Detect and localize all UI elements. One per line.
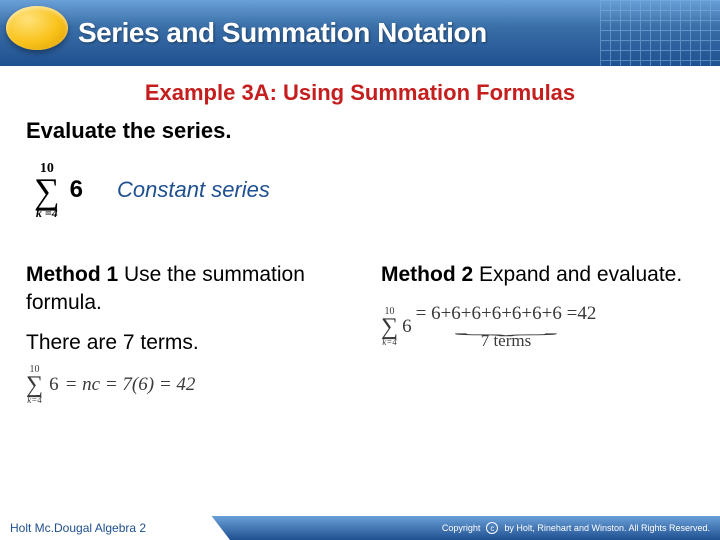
m1-sigma-term: 6 (49, 374, 59, 396)
sigma-icon: ∑ (381, 317, 398, 337)
method-2-column: Method 2 Expand and evaluate. 10 ∑ k=4 6… (381, 261, 694, 405)
sigma-icon: ∑ (34, 176, 60, 207)
m2-sigma-term: 6 (402, 316, 412, 338)
slide-title: Series and Summation Notation (78, 17, 487, 49)
m2-sigma-lower: k=4 (382, 338, 397, 347)
instruction-text: Evaluate the series. (26, 118, 694, 144)
slide-header: Series and Summation Notation (0, 0, 720, 66)
m1-sigma-lower: k=4 (27, 396, 42, 405)
sigma-term: 6 (70, 176, 83, 204)
sigma-lower: k =4 (36, 207, 58, 219)
method-1-column: Method 1 Use the summation formula. Ther… (26, 261, 339, 405)
method-2-heading: Method 2 Expand and evaluate. (381, 261, 694, 289)
sigma-expression: 10 ∑ k =4 6 (34, 162, 83, 219)
m1-equation: = nc = 7(6) = 42 (65, 374, 196, 396)
method-1-heading: Method 1 Use the summation formula. (26, 261, 339, 318)
footer-textbook: Holt Mc.Dougal Algebra 2 (10, 517, 156, 539)
oval-icon (6, 6, 68, 50)
slide-content: Example 3A: Using Summation Formulas Eva… (0, 66, 720, 405)
grid-decoration (600, 0, 720, 66)
series-expression-row: 10 ∑ k =4 6 Constant series (26, 162, 694, 219)
method-2-calculation: 10 ∑ k=4 6 = 6+6+6+6+6+6+6 =42 ⏟ 7 terms (381, 303, 694, 351)
methods-row: Method 1 Use the summation formula. Ther… (26, 261, 694, 405)
method-1-count: There are 7 terms. (26, 331, 339, 355)
sigma-icon: ∑ (26, 375, 43, 395)
series-type-label: Constant series (117, 177, 270, 203)
example-heading: Example 3A: Using Summation Formulas (26, 80, 694, 106)
underbrace-icon: ⏟ (453, 327, 559, 332)
slide-footer: Holt Mc.Dougal Algebra 2 Copyright c by … (0, 516, 720, 540)
footer-copyright: Copyright c by Holt, Rinehart and Winsto… (442, 522, 710, 534)
copyright-icon: c (486, 522, 498, 534)
method-1-calculation: 10 ∑ k=4 6 = nc = 7(6) = 42 (26, 365, 339, 404)
